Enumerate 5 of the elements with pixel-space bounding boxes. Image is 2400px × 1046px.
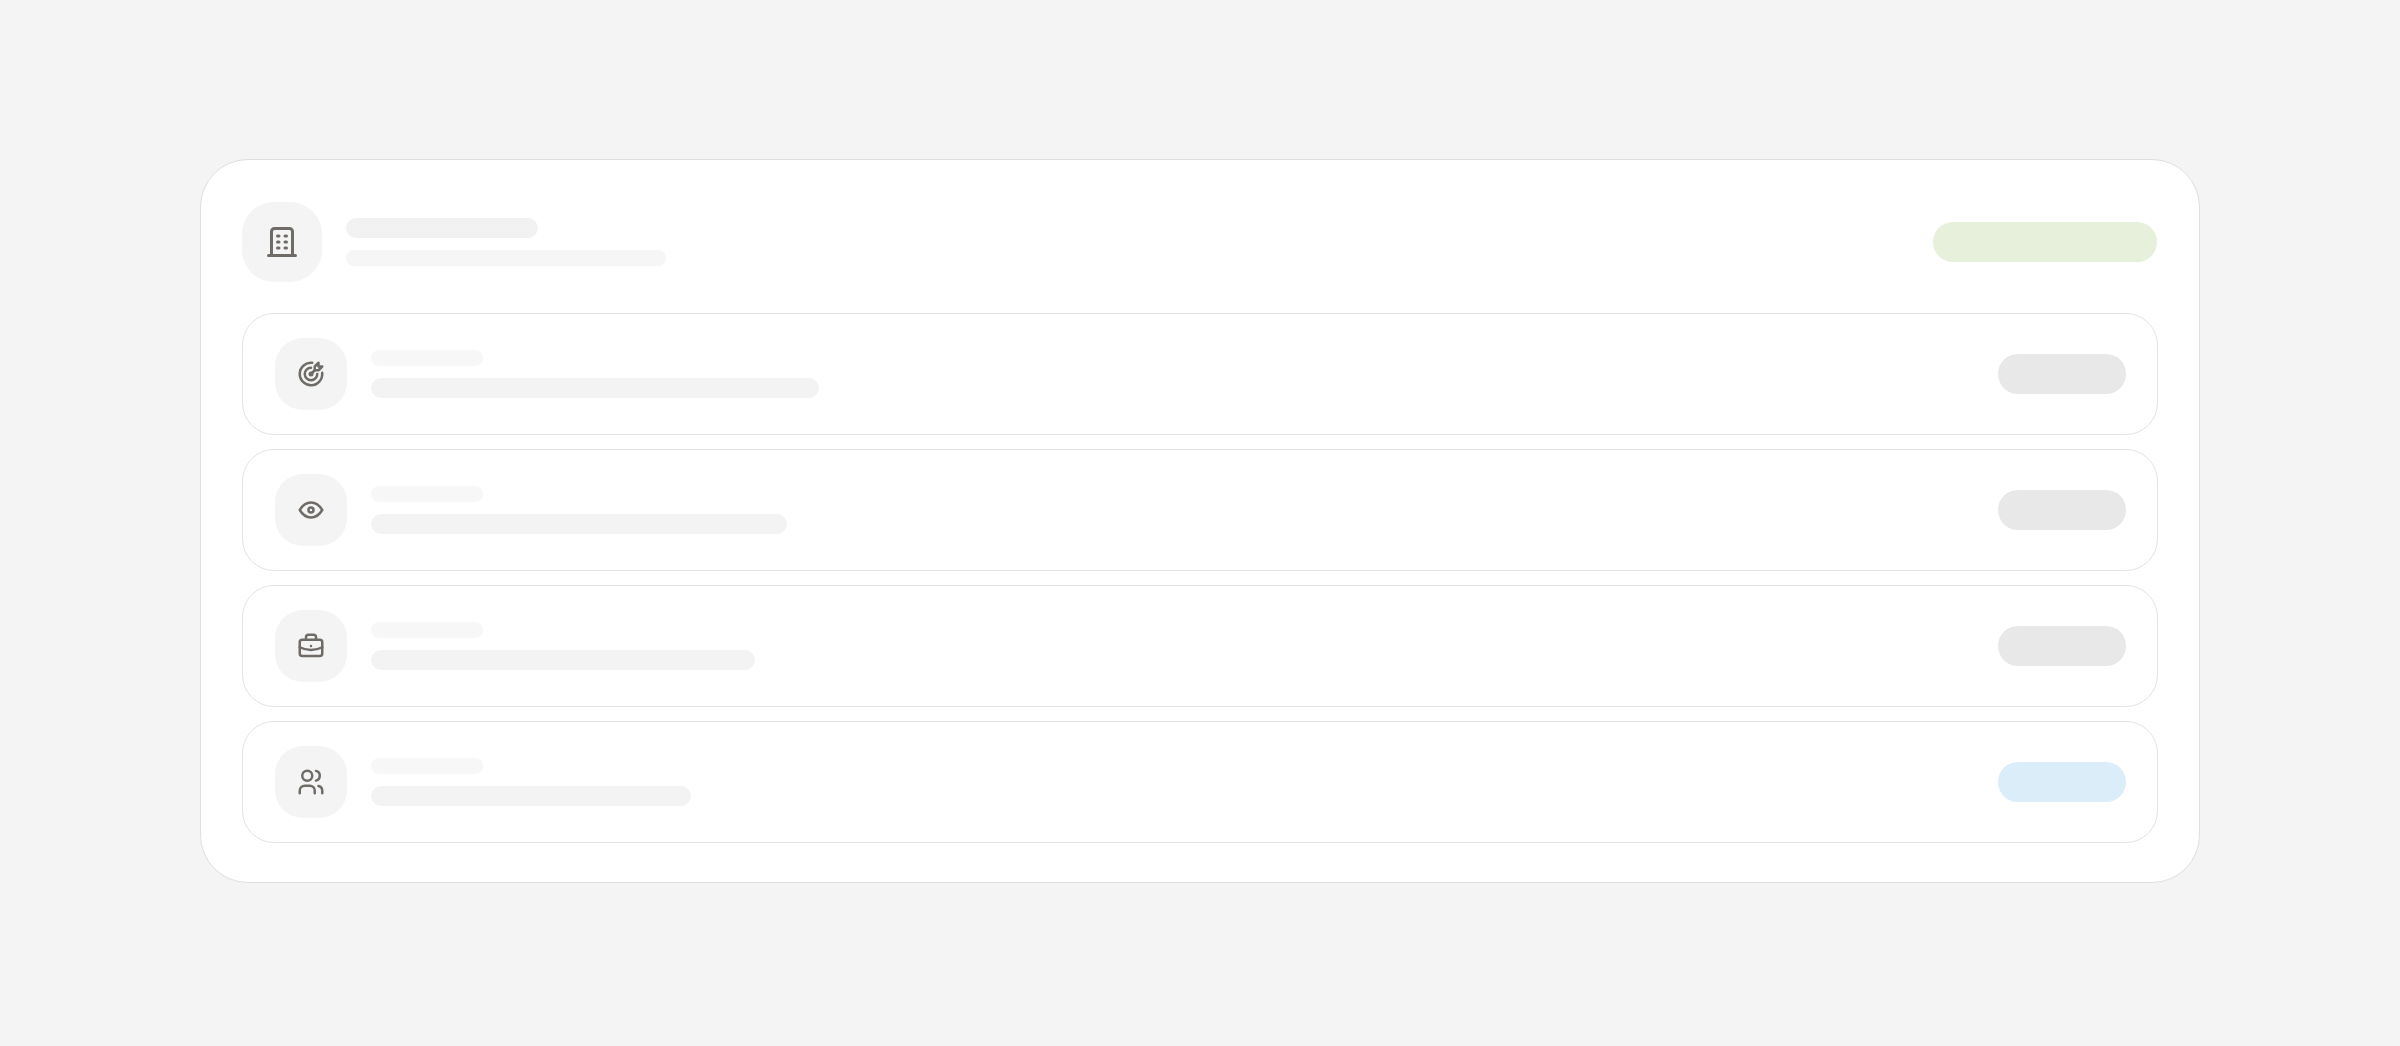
target-icon [275, 338, 347, 410]
eye-icon [275, 474, 347, 546]
briefcase-icon [275, 610, 347, 682]
building-icon [242, 202, 322, 282]
users-icon [275, 746, 347, 818]
